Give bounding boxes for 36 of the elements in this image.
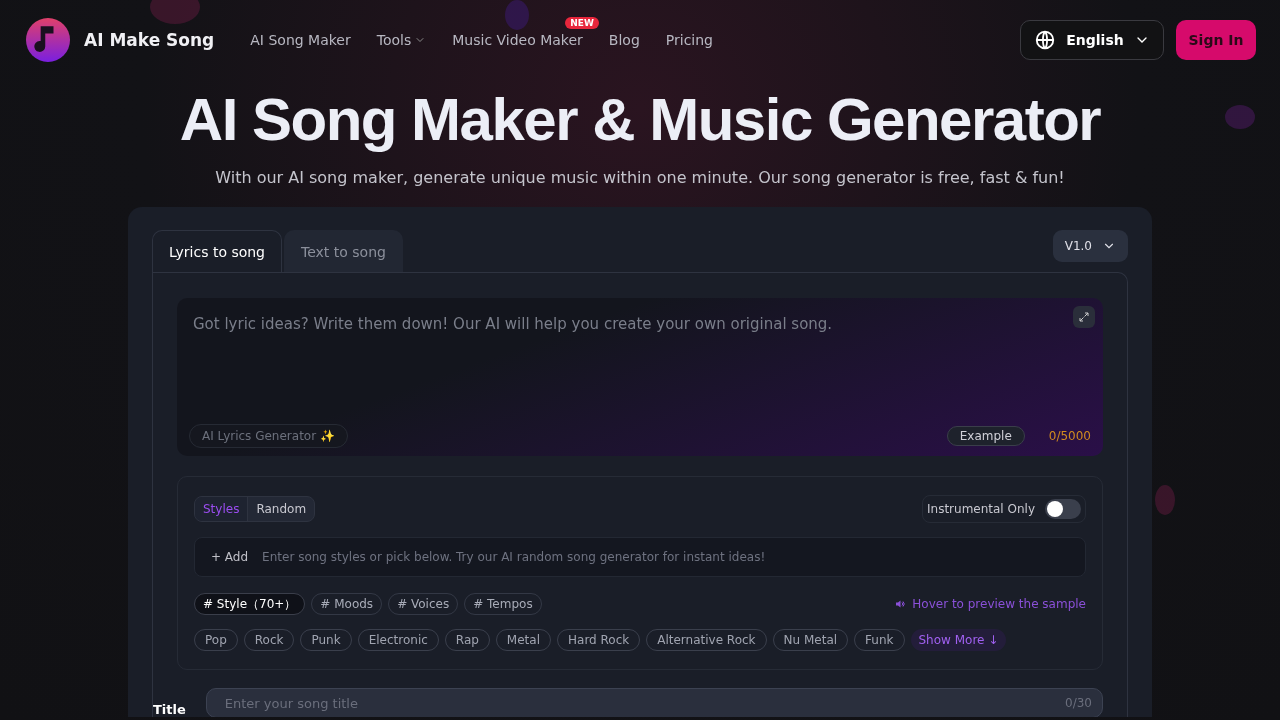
mode-tab[interactable]: Text to song (284, 230, 403, 272)
instrumental-switch[interactable] (1045, 499, 1081, 519)
style-mode-option[interactable]: Styles (195, 497, 248, 521)
show-more-button[interactable]: Show More ↓ (910, 629, 1007, 651)
nav-link[interactable]: Music Video Maker (452, 32, 583, 48)
style-input-field[interactable]: Enter song styles or pick below. Try our AI random song generator for instant ideas! (260, 549, 1073, 565)
lyrics-field[interactable]: Got lyric ideas? Write them down! Our AI will help you create your own original song. AI Lyrics Generator ✨ Example 0/5000 (177, 298, 1103, 456)
mode-tab[interactable]: Lyrics to song (152, 230, 282, 272)
nav-link[interactable]: AI Song Maker (250, 32, 351, 48)
expand-icon[interactable] (1073, 306, 1095, 328)
expand-arrows-icon (1078, 311, 1090, 323)
sign-in-button[interactable]: Sign In (1176, 20, 1256, 60)
title-input[interactable]: Enter your song title (222, 694, 1066, 712)
style-input-box[interactable]: + Add Enter song styles or pick below. Try our AI random song generator for instant ideas! (194, 537, 1086, 577)
instrumental-label: Instrumental Only (927, 502, 1035, 516)
character-count: 0/5000 (1048, 429, 1091, 443)
globe-icon (1034, 29, 1057, 51)
preview-hint: Hover to preview the sample (912, 597, 1086, 611)
example-button[interactable]: Example (946, 426, 1025, 446)
version-dropdown[interactable]: V1.0 (1052, 230, 1128, 262)
nav-link[interactable]: Blog (608, 32, 640, 48)
style-mode-option[interactable]: Random (247, 497, 315, 521)
language-selector[interactable]: English (1020, 20, 1164, 60)
title-label: Title (153, 701, 186, 717)
hero-subtitle: With our AI song maker, generate unique music within one minute. Our song generator is free, fast & fun! (215, 168, 1065, 187)
nav-link[interactable]: Pricing (665, 32, 713, 48)
brand-name[interactable]: AI Make Song (84, 30, 215, 50)
new-badge: NEW (565, 17, 599, 29)
hero-title: AI Song Maker & Music Generator (179, 86, 1101, 154)
music-note-logo-icon (26, 18, 70, 62)
ai-lyrics-generator-button[interactable]: AI Lyrics Generator ✨ (189, 424, 348, 448)
category-tag[interactable]: # Style（70+） (194, 593, 306, 615)
title-count: 0/30 (1065, 696, 1092, 710)
nav-link[interactable]: Tools (376, 32, 427, 48)
speaker-icon (894, 598, 907, 610)
add-style-button[interactable]: + Add (211, 550, 249, 564)
